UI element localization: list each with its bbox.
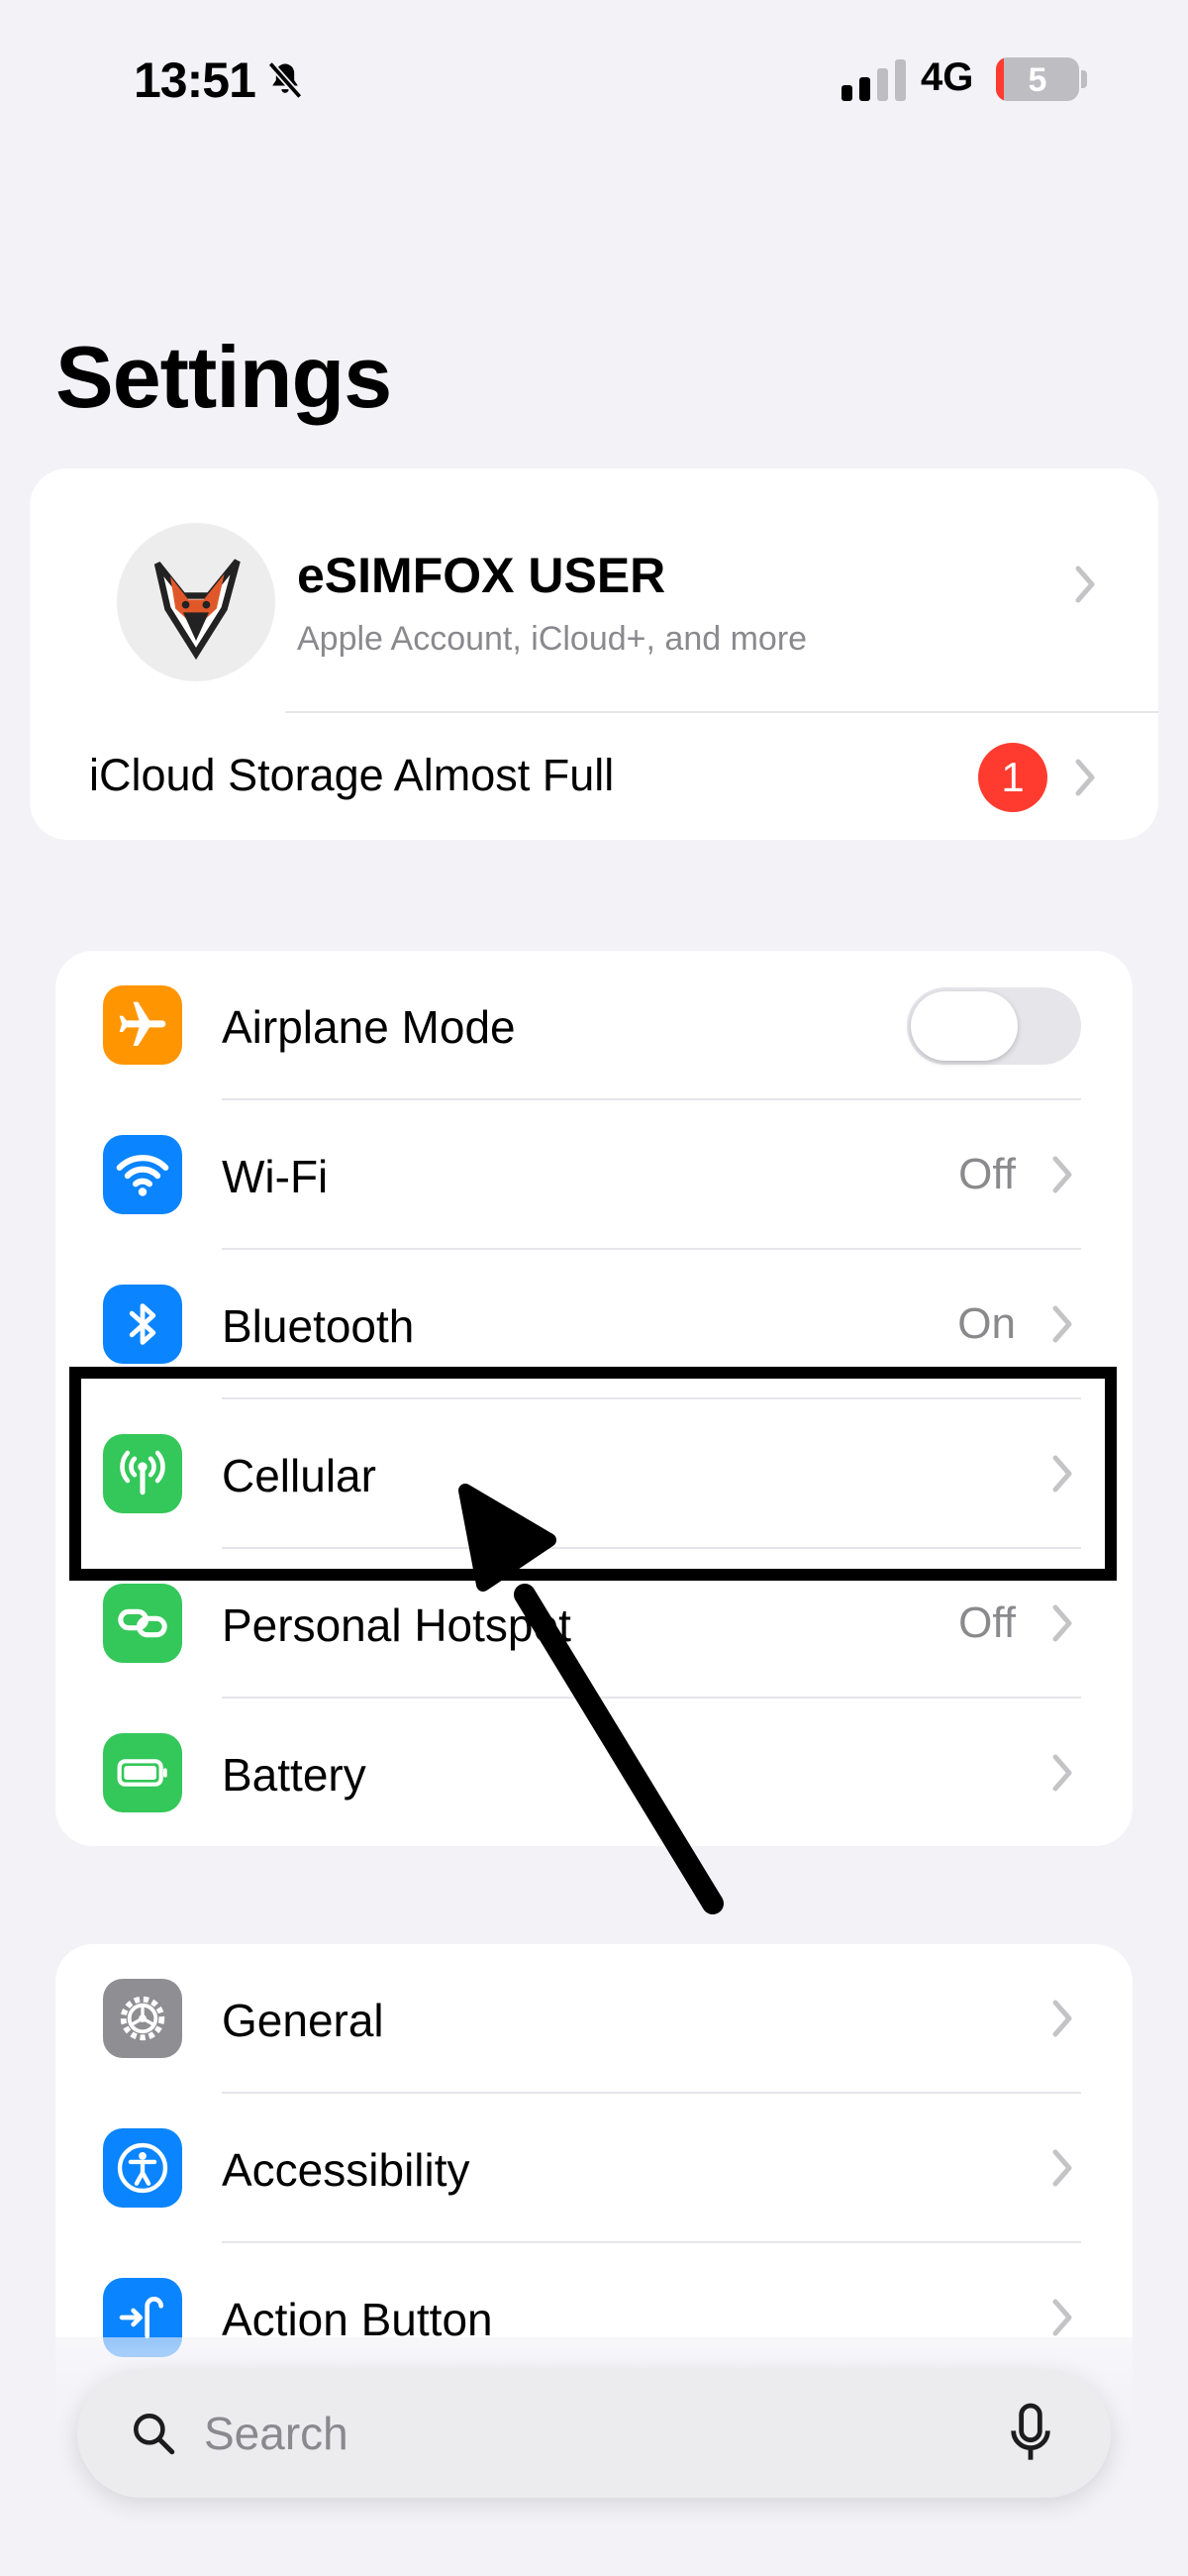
silent-bell-icon	[267, 61, 303, 99]
settings-screen: 13:51 4G 5 Settings eSIMFOX USER Apple A…	[0, 0, 1188, 2576]
avatar[interactable]	[117, 523, 275, 681]
row-value: Off	[958, 1150, 1016, 1198]
wifi-icon	[103, 1135, 182, 1214]
accessibility-icon	[103, 2128, 182, 2208]
airplane-icon	[103, 985, 182, 1065]
search-bar[interactable]	[77, 2369, 1111, 2498]
chevron-right-icon	[1052, 2149, 1072, 2187]
settings-row-general[interactable]: General	[55, 1944, 1133, 2094]
notification-badge: 1	[978, 743, 1047, 812]
airplane-mode-toggle[interactable]	[907, 987, 1081, 1065]
clock-text: 13:51	[134, 52, 256, 108]
search-icon	[134, 2414, 175, 2455]
row-label: Accessibility	[222, 2144, 470, 2196]
row-value: On	[957, 1299, 1016, 1348]
signal-icon	[842, 59, 906, 101]
chevron-right-icon	[1052, 2299, 1072, 2336]
row-value: Off	[958, 1598, 1016, 1647]
page-title: Settings	[55, 328, 392, 426]
cellular-highlight-box	[69, 1367, 1117, 1581]
network-type: 4G	[921, 55, 974, 99]
row-label: Bluetooth	[222, 1300, 415, 1352]
settings-row-wifi[interactable]: Wi-Fi Off	[55, 1100, 1133, 1250]
chevron-right-icon	[1052, 1156, 1072, 1193]
search-input[interactable]	[204, 2399, 897, 2468]
settings-row-battery[interactable]: Battery	[55, 1699, 1133, 1846]
account-name[interactable]: eSIMFOX USER	[297, 547, 665, 604]
battery-level: 5	[1028, 61, 1047, 99]
row-label: Wi-Fi	[222, 1151, 329, 1202]
chevron-right-icon	[1075, 759, 1095, 796]
toggle-knob	[911, 991, 1018, 1061]
row-label: Airplane Mode	[222, 1001, 516, 1053]
chevron-right-icon	[1052, 1604, 1072, 1642]
row-label: Battery	[222, 1749, 366, 1801]
divider	[285, 711, 1158, 713]
status-time: 13:51	[134, 52, 307, 109]
row-label: Personal Hotspot	[222, 1599, 571, 1651]
chevron-right-icon	[1052, 1305, 1072, 1343]
account-subtitle: Apple Account, iCloud+, and more	[297, 620, 808, 658]
gear-icon	[103, 1979, 182, 2058]
bluetooth-icon	[103, 1285, 182, 1364]
settings-row-accessibility[interactable]: Accessibility	[55, 2094, 1133, 2243]
battery-icon	[103, 1733, 182, 1812]
icloud-storage-row[interactable]: iCloud Storage Almost Full	[89, 750, 614, 801]
chevron-right-icon	[1052, 1754, 1072, 1792]
row-label: General	[222, 1995, 384, 2046]
fox-logo-icon	[153, 559, 241, 661]
chevron-right-icon	[1052, 2000, 1072, 2037]
microphone-icon[interactable]	[1008, 2402, 1053, 2465]
hotspot-icon	[103, 1584, 182, 1663]
battery-nub	[1081, 70, 1087, 88]
chevron-right-icon	[1075, 566, 1095, 603]
battery-indicator: 5	[996, 57, 1079, 101]
settings-row-airplane-mode[interactable]: Airplane Mode	[55, 951, 1133, 1100]
